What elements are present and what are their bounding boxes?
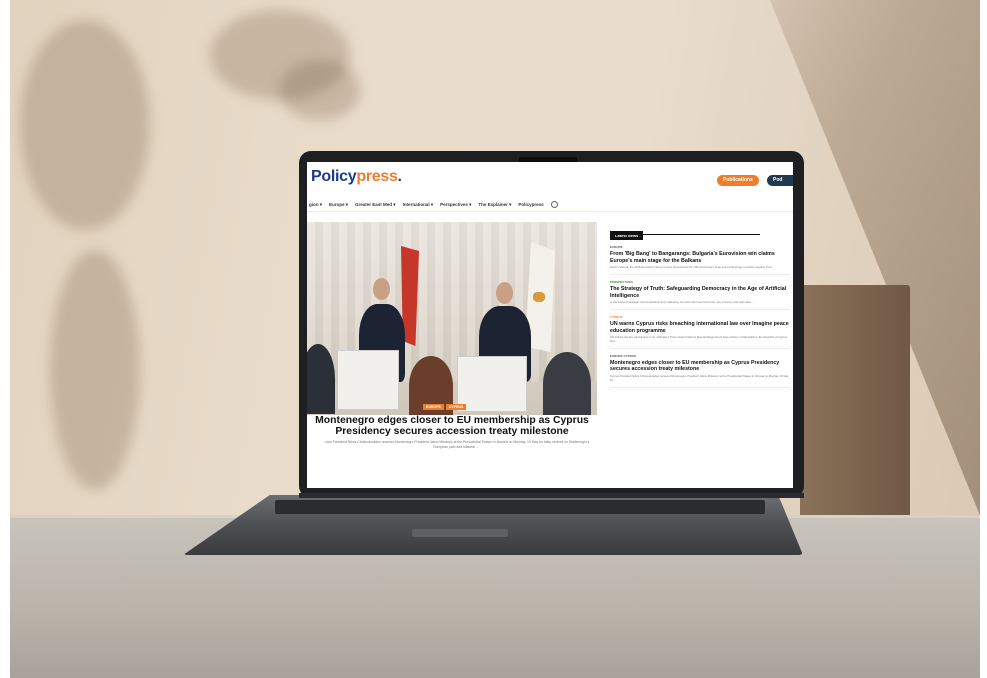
nav-item-policypress[interactable]: Policypress bbox=[518, 202, 543, 207]
laptop-keyboard bbox=[275, 500, 765, 514]
foliage-shadow bbox=[50, 250, 140, 490]
news-title[interactable]: The Strategy of Truth: Safeguarding Demo… bbox=[610, 286, 790, 299]
cyprus-flag-emblem bbox=[533, 292, 545, 302]
heading-rule bbox=[610, 234, 760, 235]
news-category[interactable]: EUROPE CYPRUS bbox=[610, 354, 790, 358]
podcast-label: Pod bbox=[773, 177, 783, 183]
podcast-button[interactable]: Pod bbox=[767, 175, 793, 186]
hero-excerpt: ...cian President Nikos Christodoulides … bbox=[322, 440, 590, 449]
news-category[interactable]: PERSPECTIVES bbox=[610, 280, 790, 284]
tag-cyprus[interactable]: CYPRUS bbox=[445, 404, 467, 410]
latest-news-heading: Latest News bbox=[610, 231, 644, 240]
logo-text-policy: Policy bbox=[311, 168, 357, 185]
news-excerpt: UN activist are few participants in an u… bbox=[610, 335, 788, 343]
hero-tags: EUROPE CYPRUS bbox=[423, 404, 467, 410]
podium-left bbox=[337, 350, 399, 410]
news-item[interactable]: EUROPE From 'Big Bang' to Bangarangs: Bu… bbox=[610, 245, 790, 275]
nav-item-the-explainer[interactable]: The Explainer ▾ bbox=[478, 202, 511, 208]
nav-item-perspectives[interactable]: Perspectives ▾ bbox=[440, 202, 471, 208]
laptop-screen: Policypress. Publications Pod gion ▾ Eur… bbox=[307, 162, 793, 488]
news-excerpt: Cyprus President Nikos Christodoulides r… bbox=[610, 373, 789, 382]
publications-label: Publications bbox=[723, 177, 753, 183]
logo-text-press: press bbox=[356, 168, 398, 185]
foliage-shadow bbox=[20, 20, 150, 230]
site-logo[interactable]: Policypress. bbox=[311, 168, 402, 186]
news-item[interactable]: PERSPECTIVES The Strategy of Truth: Safe… bbox=[610, 280, 790, 310]
speaker-left-head bbox=[373, 278, 390, 300]
news-excerpt: In the world of strategic communications… bbox=[610, 300, 754, 305]
nav-item-europe[interactable]: Europe ▾ bbox=[329, 202, 348, 208]
laptop-hinge bbox=[299, 493, 804, 498]
news-title[interactable]: UN warns Cyprus risks breaching internat… bbox=[610, 321, 790, 334]
news-item[interactable]: EUROPE CYPRUS Montenegro edges closer to… bbox=[610, 354, 790, 388]
main-nav: gion ▾ Europe ▾ Greater East Med ▾ Inter… bbox=[307, 198, 793, 212]
hero-image[interactable] bbox=[307, 222, 597, 415]
news-item[interactable]: CYPRUS UN warns Cyprus risks breaching i… bbox=[610, 315, 790, 349]
audience-head bbox=[543, 352, 591, 415]
news-excerpt: Held in Vienna, the 2026 Eurovision Song… bbox=[610, 265, 775, 270]
news-title[interactable]: Montenegro edges closer to EU membership… bbox=[610, 360, 790, 373]
news-title[interactable]: From 'Big Bang' to Bangarangs: Bulgaria'… bbox=[610, 251, 790, 264]
hero-headline[interactable]: Montenegro edges closer to EU membership… bbox=[307, 415, 597, 437]
news-category[interactable]: CYPRUS bbox=[610, 315, 790, 319]
tag-europe[interactable]: EUROPE bbox=[423, 404, 444, 410]
podium-right bbox=[457, 356, 527, 412]
foliage-shadow bbox=[280, 60, 360, 120]
publications-button[interactable]: Publications bbox=[717, 175, 759, 186]
nav-item-region[interactable]: gion ▾ bbox=[309, 202, 322, 208]
nav-item-greater-east-med[interactable]: Greater East Med ▾ bbox=[355, 202, 396, 208]
logo-dot: . bbox=[397, 168, 402, 185]
news-category[interactable]: EUROPE bbox=[610, 245, 790, 249]
speaker-right-head bbox=[496, 282, 513, 304]
laptop-trackpad bbox=[412, 529, 508, 537]
nav-item-international[interactable]: International ▾ bbox=[403, 202, 434, 208]
pedestal-block bbox=[800, 285, 910, 530]
search-icon[interactable] bbox=[550, 201, 558, 208]
site-header: Policypress. Publications Pod bbox=[307, 162, 793, 192]
latest-news-sidebar: Latest News EUROPE From 'Big Bang' to Ba… bbox=[610, 224, 790, 393]
